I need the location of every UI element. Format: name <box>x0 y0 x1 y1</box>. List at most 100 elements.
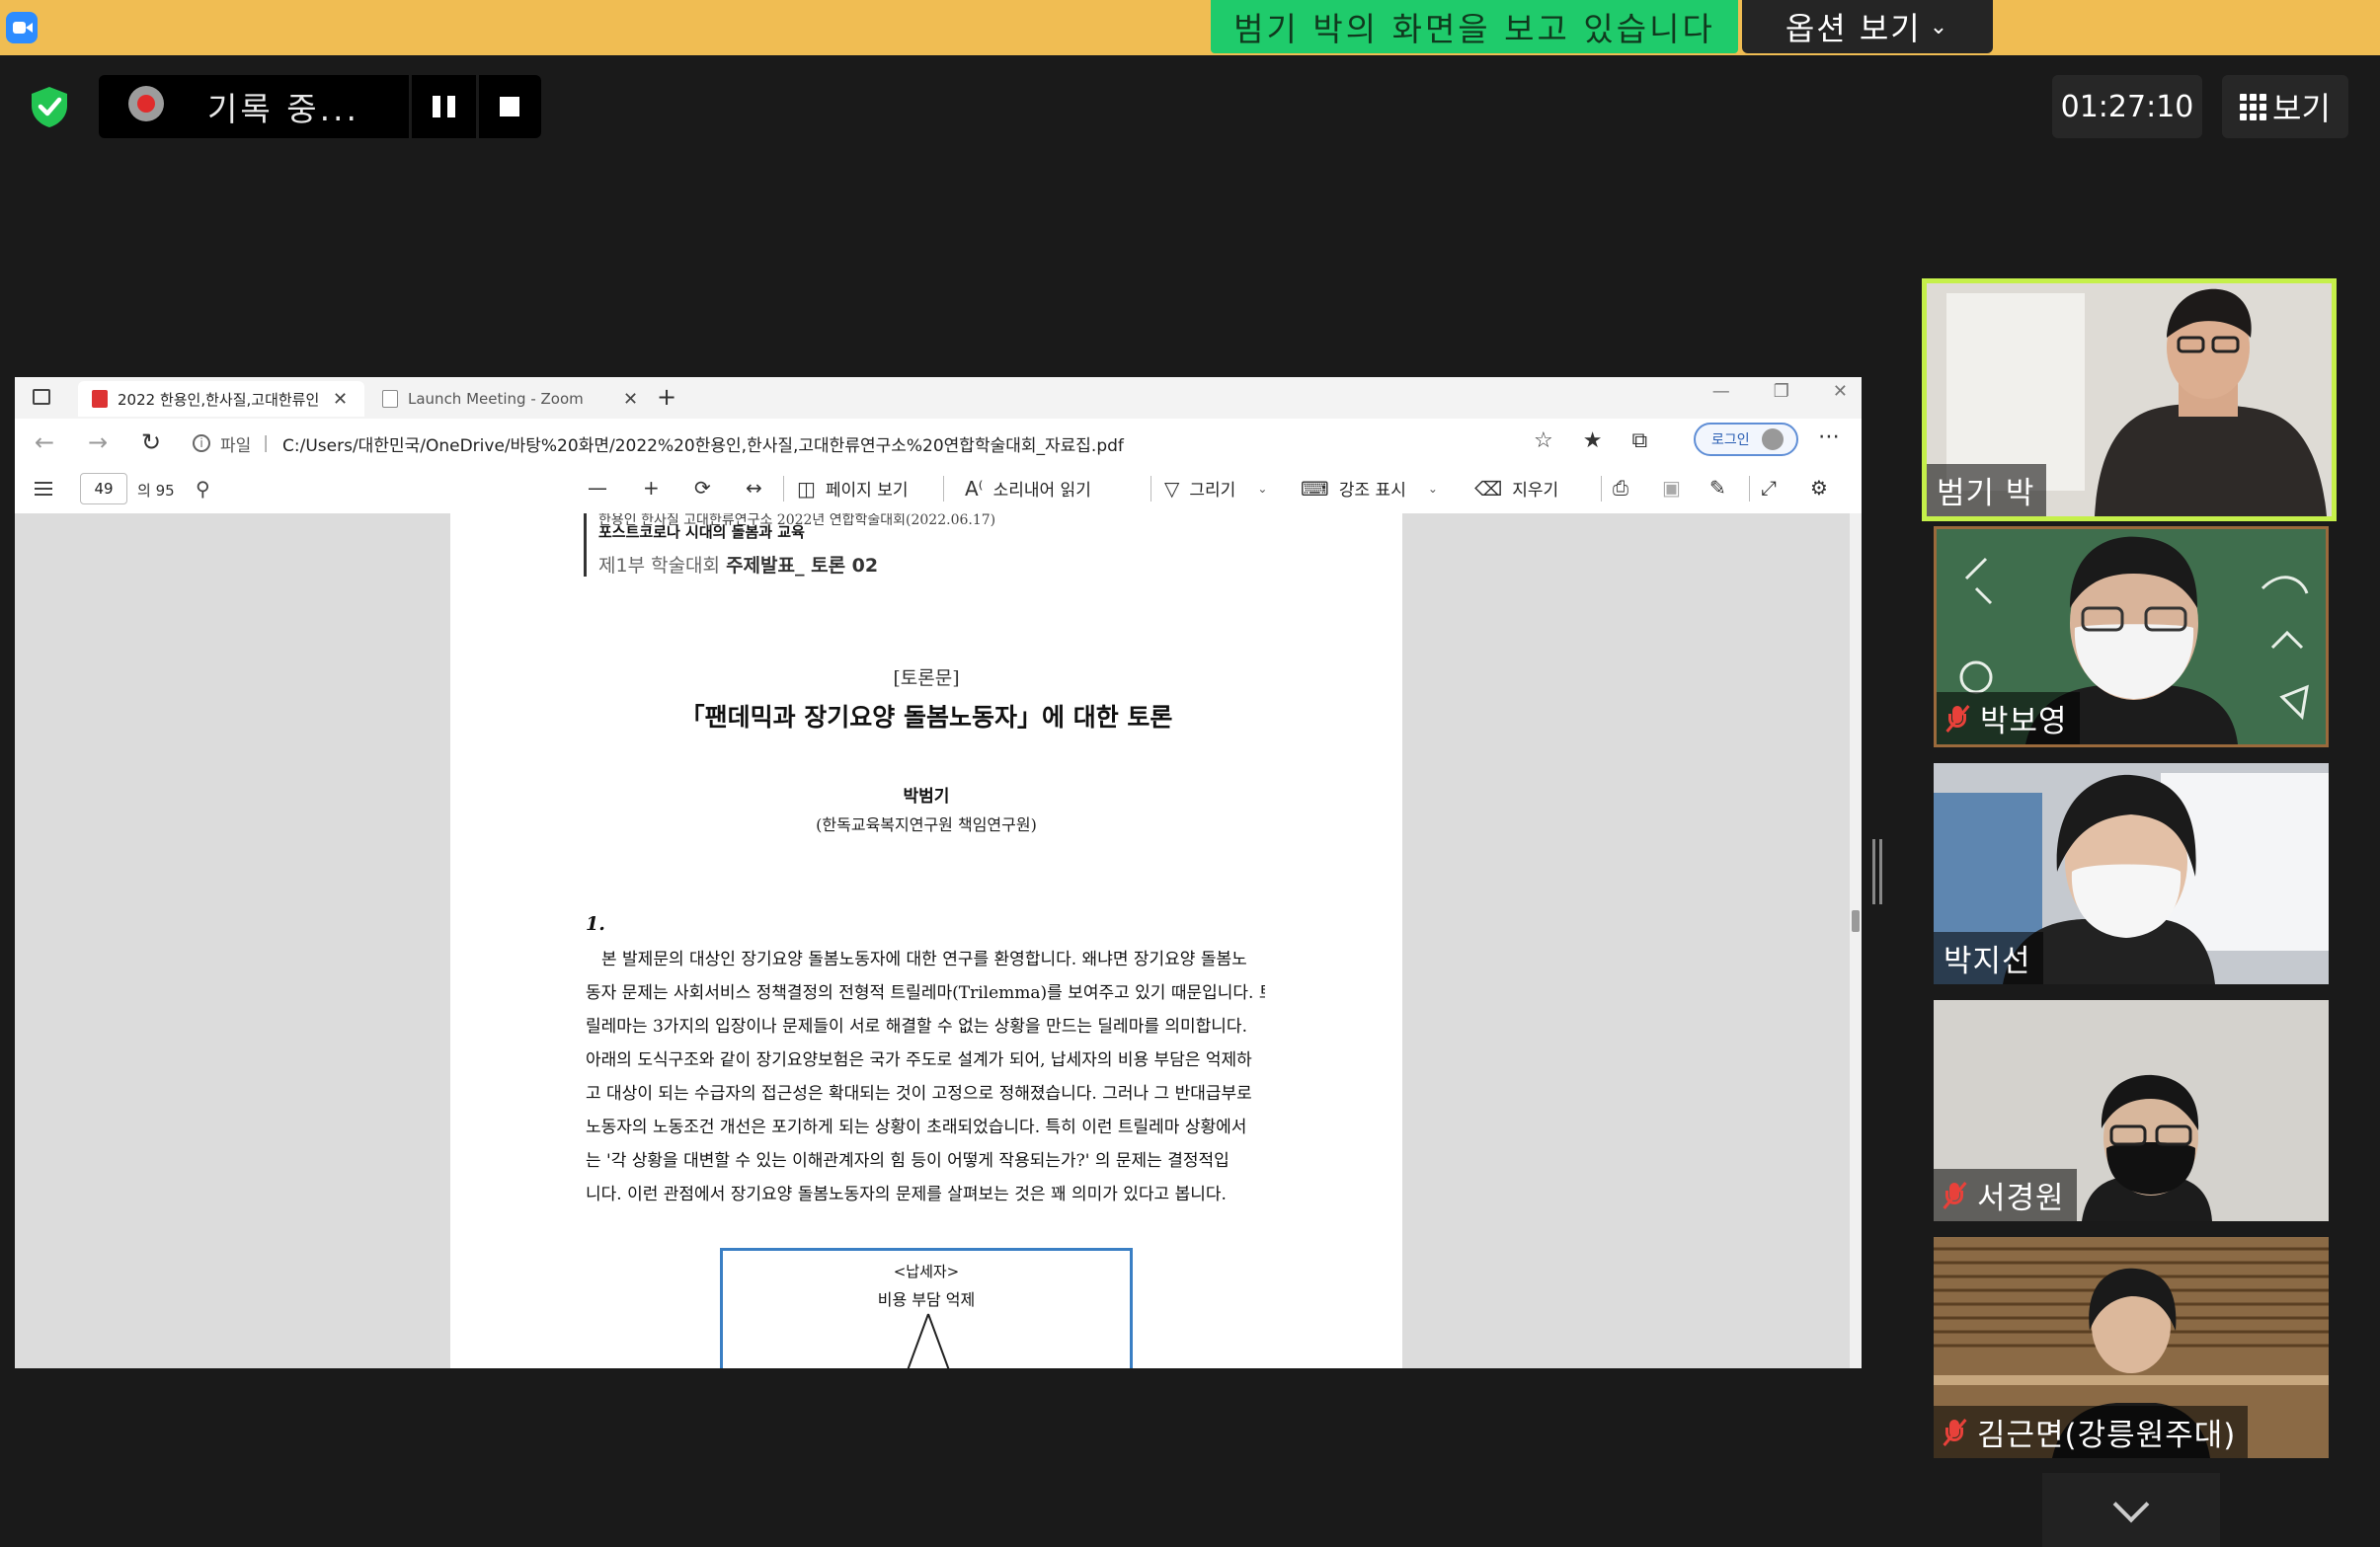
window-controls: — ❐ ✕ <box>1712 381 1848 402</box>
print-button[interactable]: ⎙ <box>1613 476 1628 500</box>
viewing-screen-text: 범기 박의 화면을 보고 있습니다 <box>1233 10 1715 48</box>
gear-icon: ⚙ <box>1810 476 1828 500</box>
save-as-button[interactable]: ✎ <box>1709 476 1726 500</box>
rotate-icon: ⟳ <box>694 476 711 500</box>
add-favorite-icon[interactable]: ☆ <box>1534 428 1553 453</box>
search-icon[interactable]: ⚲ <box>196 477 210 501</box>
info-icon[interactable]: i <box>193 434 210 452</box>
muted-mic-icon <box>1945 704 1970 734</box>
paragraph-line: 는 '각 상황을 대변할 수 있는 이해관계자의 힘 등이 어떻게 작용되는가?… <box>586 1151 1230 1171</box>
participant-name: 범기 박 <box>1937 476 2035 511</box>
pdf-file-icon <box>92 390 108 408</box>
save-button[interactable]: ▣ <box>1662 476 1681 500</box>
video-tile[interactable]: 박지선 <box>1934 763 2329 984</box>
address-divider: | <box>263 433 270 453</box>
more-menu-icon[interactable]: ⋯ <box>1818 425 1840 449</box>
highlight-button[interactable]: ⌨ 강조 표시 ⌄ <box>1301 476 1438 502</box>
close-icon[interactable]: ✕ <box>333 389 348 410</box>
pause-recording-button[interactable] <box>411 75 476 138</box>
top-banner <box>0 0 2380 55</box>
address-bar[interactable]: i 파일 | C:/Users/대한민국/OneDrive/바탕%20화면/20… <box>193 425 1575 461</box>
pause-icon <box>432 96 440 117</box>
page-header-section: 제1부 학술대회 주제발표_ 토론 02 <box>598 551 878 578</box>
toolbar-divider <box>1601 476 1602 502</box>
header-section-bold: 주제발표_ 토론 02 <box>726 555 879 577</box>
highlighter-icon: ⌨ <box>1301 476 1329 501</box>
figure-caption: 비용 부담 억제 <box>877 1290 976 1309</box>
participant-name-tag: 박지선 <box>1934 932 2043 984</box>
view-options-button[interactable]: 옵션 보기 ⌄ <box>1742 0 1993 53</box>
tab-actions-icon[interactable] <box>33 389 50 405</box>
muted-mic-icon <box>1943 1418 1967 1447</box>
highlight-label: 강조 표시 <box>1338 481 1406 501</box>
fit-width-icon: ↔ <box>746 476 762 500</box>
pause-icon-bar <box>446 96 455 117</box>
chevron-down-icon[interactable]: ⌄ <box>1428 482 1438 496</box>
read-aloud-button[interactable]: A⁽ 소리내어 읽기 <box>965 476 1091 502</box>
back-icon[interactable]: ← <box>35 428 54 456</box>
new-tab-button[interactable]: + <box>657 383 676 411</box>
participant-name-tag: 김근면(강릉원주대) <box>1934 1406 2249 1458</box>
close-icon[interactable]: ✕ <box>623 389 638 410</box>
table-of-contents-icon[interactable] <box>35 482 52 496</box>
minimize-icon[interactable]: — <box>1712 381 1730 402</box>
participant-name-tag: 박보영 <box>1937 692 2080 744</box>
collections-icon[interactable]: ⧉ <box>1631 428 1647 453</box>
close-window-icon[interactable]: ✕ <box>1833 381 1848 402</box>
draw-label: 그리기 <box>1189 481 1236 501</box>
tab-zoom[interactable]: Launch Meeting - Zoom ✕ <box>368 381 655 417</box>
fit-page-button[interactable]: ↔ <box>746 476 762 500</box>
vertical-scrollbar[interactable] <box>1850 513 1862 1368</box>
recording-label: 기록 중... <box>207 90 360 128</box>
tab-title: Launch Meeting - Zoom <box>408 390 584 408</box>
participant-name: 박지선 <box>1944 944 2031 979</box>
pdf-settings-button[interactable]: ⚙ <box>1810 476 1828 500</box>
paragraph-line: 고 대상이 되는 수급자의 접근성은 확대되는 것이 고정으로 정해졌습니다. … <box>586 1084 1252 1104</box>
security-shield-icon[interactable] <box>28 85 71 128</box>
video-tile[interactable]: 박보영 <box>1934 526 2329 747</box>
video-tile[interactable]: 서경원 <box>1934 1000 2329 1221</box>
divider <box>476 75 479 138</box>
panel-resize-handle[interactable] <box>1872 839 1882 904</box>
favorites-icon[interactable]: ★ <box>1583 428 1603 453</box>
stop-recording-button[interactable] <box>480 75 539 138</box>
avatar <box>1761 428 1784 450</box>
gallery-scroll-down-button[interactable] <box>2042 1473 2220 1547</box>
view-layout-button[interactable]: 보기 <box>2222 75 2348 138</box>
participant-name: 박보영 <box>1980 704 2068 739</box>
zoom-out-button[interactable]: — <box>588 476 607 500</box>
chevron-down-icon[interactable]: ⌄ <box>1257 482 1267 496</box>
fullscreen-button[interactable]: ⤢ <box>1761 476 1777 500</box>
document-author: 박범기 <box>903 787 950 807</box>
minus-icon: — <box>588 476 607 500</box>
video-tile[interactable]: 김근면(강릉원주대) <box>1934 1237 2329 1458</box>
erase-button[interactable]: ⌫ 지우기 <box>1474 476 1559 502</box>
header-rule <box>584 513 587 577</box>
shared-screen-browser: 2022 한용인,한사질,고대한류인 ✕ Launch Meeting - Zo… <box>15 377 1862 1368</box>
profile-login-button[interactable]: 로그인 <box>1694 423 1798 456</box>
refresh-icon[interactable]: ↻ <box>141 428 161 456</box>
paragraph-line: 본 발제문의 대상인 장기요양 돌봄노동자에 대한 연구를 환영합니다. 왜냐면… <box>601 950 1247 969</box>
restore-icon[interactable]: ❐ <box>1774 381 1789 402</box>
scrollbar-thumb[interactable] <box>1852 910 1860 932</box>
video-tile-active-speaker[interactable]: 범기 박 <box>1922 278 2337 521</box>
participant-name-tag: 범기 박 <box>1927 464 2047 516</box>
page-number-input[interactable]: 49 <box>80 473 127 504</box>
eraser-icon: ⌫ <box>1474 476 1503 501</box>
forward-icon[interactable]: → <box>88 428 108 456</box>
page-view-button[interactable]: ◫ 페이지 보기 <box>797 476 909 502</box>
document-affiliation: (한독교육복지연구원 책임연구원) <box>816 815 1037 834</box>
zoom-in-button[interactable]: + <box>643 476 660 500</box>
tab-title: 2022 한용인,한사질,고대한류인 <box>118 390 320 409</box>
draw-button[interactable]: ▽ 그리기 ⌄ <box>1164 476 1267 502</box>
erase-label: 지우기 <box>1512 481 1559 501</box>
page-view-label: 페이지 보기 <box>825 481 909 501</box>
address-scheme: 파일 <box>220 435 252 456</box>
read-aloud-icon: A⁽ <box>965 476 984 501</box>
rotate-button[interactable]: ⟳ <box>694 476 711 500</box>
participant-name: 김근면(강릉원주대) <box>1977 1418 2237 1453</box>
muted-mic-icon <box>1943 1181 1967 1210</box>
paragraph-line: 노동자의 노동조건 개선은 포기하게 되는 상황이 초래되었습니다. 특히 이런… <box>586 1118 1247 1137</box>
tab-pdf[interactable]: 2022 한용인,한사질,고대한류인 ✕ <box>78 381 364 417</box>
print-icon: ⎙ <box>1613 476 1628 500</box>
